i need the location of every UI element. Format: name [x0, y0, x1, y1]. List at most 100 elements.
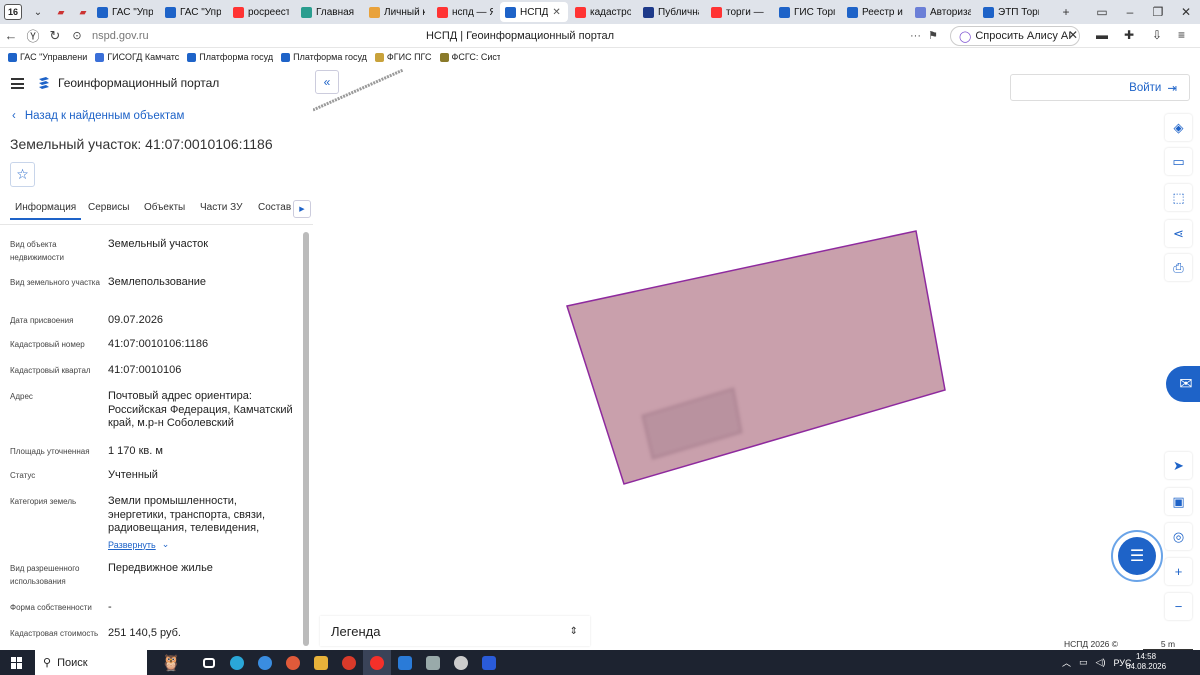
field-label: Кадастровый номер	[10, 340, 85, 349]
tab-information[interactable]: Информация	[10, 202, 82, 220]
chevron-up-icon[interactable]: ︿	[1062, 656, 1071, 669]
bookmark-item[interactable]: ГИСОГД Камчатс	[95, 52, 179, 62]
new-tab-icon[interactable]: +	[1052, 5, 1080, 19]
support-chat-button[interactable]: ☰	[1111, 530, 1163, 582]
close-tab-icon[interactable]: ✕	[552, 7, 560, 18]
browser-tab[interactable]: Главная с	[296, 2, 362, 22]
bookmarks-manager-icon[interactable]: ▭	[1088, 5, 1116, 19]
browser-tab[interactable]: росреест	[228, 2, 294, 22]
browser-tab[interactable]: нспд — Я	[432, 2, 498, 22]
browser-tab[interactable]: ГАС "Упра	[92, 2, 158, 22]
print-button[interactable]: ⎙	[1165, 254, 1192, 281]
favicon-icon	[983, 6, 994, 18]
bookmark-item[interactable]: ФГИС ПГС	[374, 52, 432, 62]
minimap-button[interactable]: ▣	[1165, 488, 1192, 515]
side-chat-tab[interactable]: ✉	[1166, 366, 1200, 402]
app-icon[interactable]	[447, 650, 475, 675]
field-value: 41:07:0010106:1186	[108, 338, 209, 350]
chevron-down-icon[interactable]: ⌄	[30, 7, 46, 18]
bookmark-item[interactable]: ГАС "Управлени	[8, 52, 87, 62]
protect-icon[interactable]: ▬	[1096, 28, 1108, 42]
browser-tab[interactable]: Авториза	[910, 2, 976, 22]
url-field[interactable]: nspd.gov.ru	[92, 30, 149, 42]
back-to-results-link[interactable]: ‹ Назад к найденным объектам	[12, 110, 184, 122]
edge-icon[interactable]	[223, 650, 251, 675]
legend-label: Легенда	[331, 623, 381, 639]
field-label: Кадастровая стоимость	[10, 629, 99, 638]
chrome-icon[interactable]	[279, 650, 307, 675]
back-icon[interactable]: ←	[0, 28, 22, 43]
bookmark-icon[interactable]: ⚑	[928, 29, 938, 42]
browser-tab[interactable]: ГАС "Упр	[160, 2, 226, 22]
hamburger-menu-icon[interactable]	[11, 78, 24, 89]
layers-button[interactable]: ◈	[1165, 114, 1192, 141]
task-view-icon[interactable]	[195, 650, 223, 675]
browser-tab[interactable]: торги — Я	[706, 2, 772, 22]
extensions-icon[interactable]: ✚	[1124, 28, 1134, 42]
maximize-icon[interactable]: ❐	[1144, 5, 1172, 19]
browser-tab[interactable]: кадастро	[570, 2, 636, 22]
tab-parts[interactable]: Части ЗУ	[200, 202, 242, 213]
yandex-browser-icon[interactable]	[363, 650, 391, 675]
browser-tab[interactable]: ЭТП Торг	[978, 2, 1044, 22]
collapse-panel-button[interactable]: «	[315, 70, 339, 94]
bookmark-item[interactable]: ФСГС: Система с	[439, 52, 500, 62]
explorer-icon[interactable]	[307, 650, 335, 675]
ask-alice-button[interactable]: ◯ Спросить Алису AI	[950, 26, 1081, 46]
select-area-button[interactable]: ⬚	[1165, 184, 1192, 211]
map-canvas[interactable]	[313, 66, 1200, 650]
pinned-tab-icon[interactable]: ▰	[54, 6, 68, 18]
zoom-in-button[interactable]: +	[1165, 558, 1192, 585]
app-icon[interactable]	[335, 650, 363, 675]
tab-objects[interactable]: Объекты	[144, 202, 185, 213]
locate-icon: ◎	[1172, 528, 1185, 544]
map-view[interactable]: « Войти ⇥ ◈ ▭ ⬚ ⋖ ⎙ ✉ ➤ ▣ ◎ ☰ + − Легенд…	[313, 66, 1200, 650]
word-icon[interactable]	[475, 650, 503, 675]
browser-tab[interactable]: ГИС Торг	[774, 2, 840, 22]
close-window-icon[interactable]: ✕	[1172, 5, 1200, 19]
land-parcel-polygon[interactable]	[566, 230, 946, 485]
clock[interactable]: 14:58 04.08.2026	[1126, 652, 1166, 672]
locate-button[interactable]: ◎	[1165, 523, 1192, 550]
taskbar-search[interactable]: ⚲ Поиск	[35, 650, 147, 675]
owl-widget-icon[interactable]: 🦉	[147, 650, 195, 675]
field-row: Площадь уточненная 1 170 кв. м	[10, 445, 300, 465]
panel-scrollbar[interactable]	[303, 232, 309, 646]
app-icon[interactable]	[391, 650, 419, 675]
browser-tab[interactable]: НСПД ✕	[500, 2, 568, 22]
favicon-icon	[233, 6, 244, 18]
minimize-icon[interactable]: –	[1116, 5, 1144, 19]
tab-composition[interactable]: Состав	[258, 202, 291, 213]
browser-tab[interactable]: Публична	[638, 2, 704, 22]
share-button[interactable]: ⋖	[1165, 220, 1192, 247]
pinned-tab-icon[interactable]: ▰	[76, 6, 90, 18]
field-row: Кадастровый квартал 41:07:0010106	[10, 364, 300, 384]
tabs-scroll-right-icon[interactable]: ▶	[293, 200, 311, 218]
trash-icon[interactable]	[419, 650, 447, 675]
reload-icon[interactable]: ↻	[44, 28, 66, 44]
tools-icon[interactable]: ✕	[1068, 28, 1078, 42]
tab-counter[interactable]: 16	[4, 4, 22, 20]
site-info-icon[interactable]: ⊙	[66, 29, 88, 42]
yandex-icon[interactable]: Ⓨ	[22, 26, 44, 45]
downloads-icon[interactable]: ⇩	[1152, 28, 1162, 42]
more-icon[interactable]: ···	[910, 30, 921, 42]
start-icon[interactable]	[11, 656, 23, 669]
bookmark-item[interactable]: Платформа госуд	[187, 52, 273, 62]
favorite-star-button[interactable]: ☆	[10, 162, 35, 187]
ruler-button[interactable]: ▭	[1165, 148, 1192, 175]
browser-tab[interactable]: Реестр из	[842, 2, 908, 22]
legend-panel[interactable]: Легенда ⇕	[320, 616, 590, 646]
login-button[interactable]: Войти ⇥	[1010, 74, 1190, 101]
volume-icon[interactable]: ◁)	[1096, 657, 1106, 668]
network-icon[interactable]: ▭	[1079, 657, 1088, 668]
zoom-out-button[interactable]: −	[1165, 593, 1192, 620]
navigate-button[interactable]: ➤	[1165, 452, 1192, 479]
ie-icon[interactable]	[251, 650, 279, 675]
tab-services[interactable]: Сервисы	[88, 202, 129, 213]
browser-tab[interactable]: Личный к	[364, 2, 430, 22]
menu-icon[interactable]: ≡	[1178, 28, 1185, 42]
bookmark-item[interactable]: Платформа госуд	[281, 52, 367, 62]
expand-link[interactable]: Развернуть ⌄	[108, 539, 169, 550]
address-bar: ← Ⓨ ↻ ⊙ nspd.gov.ru НСПД | Геоинформацио…	[0, 24, 1200, 48]
